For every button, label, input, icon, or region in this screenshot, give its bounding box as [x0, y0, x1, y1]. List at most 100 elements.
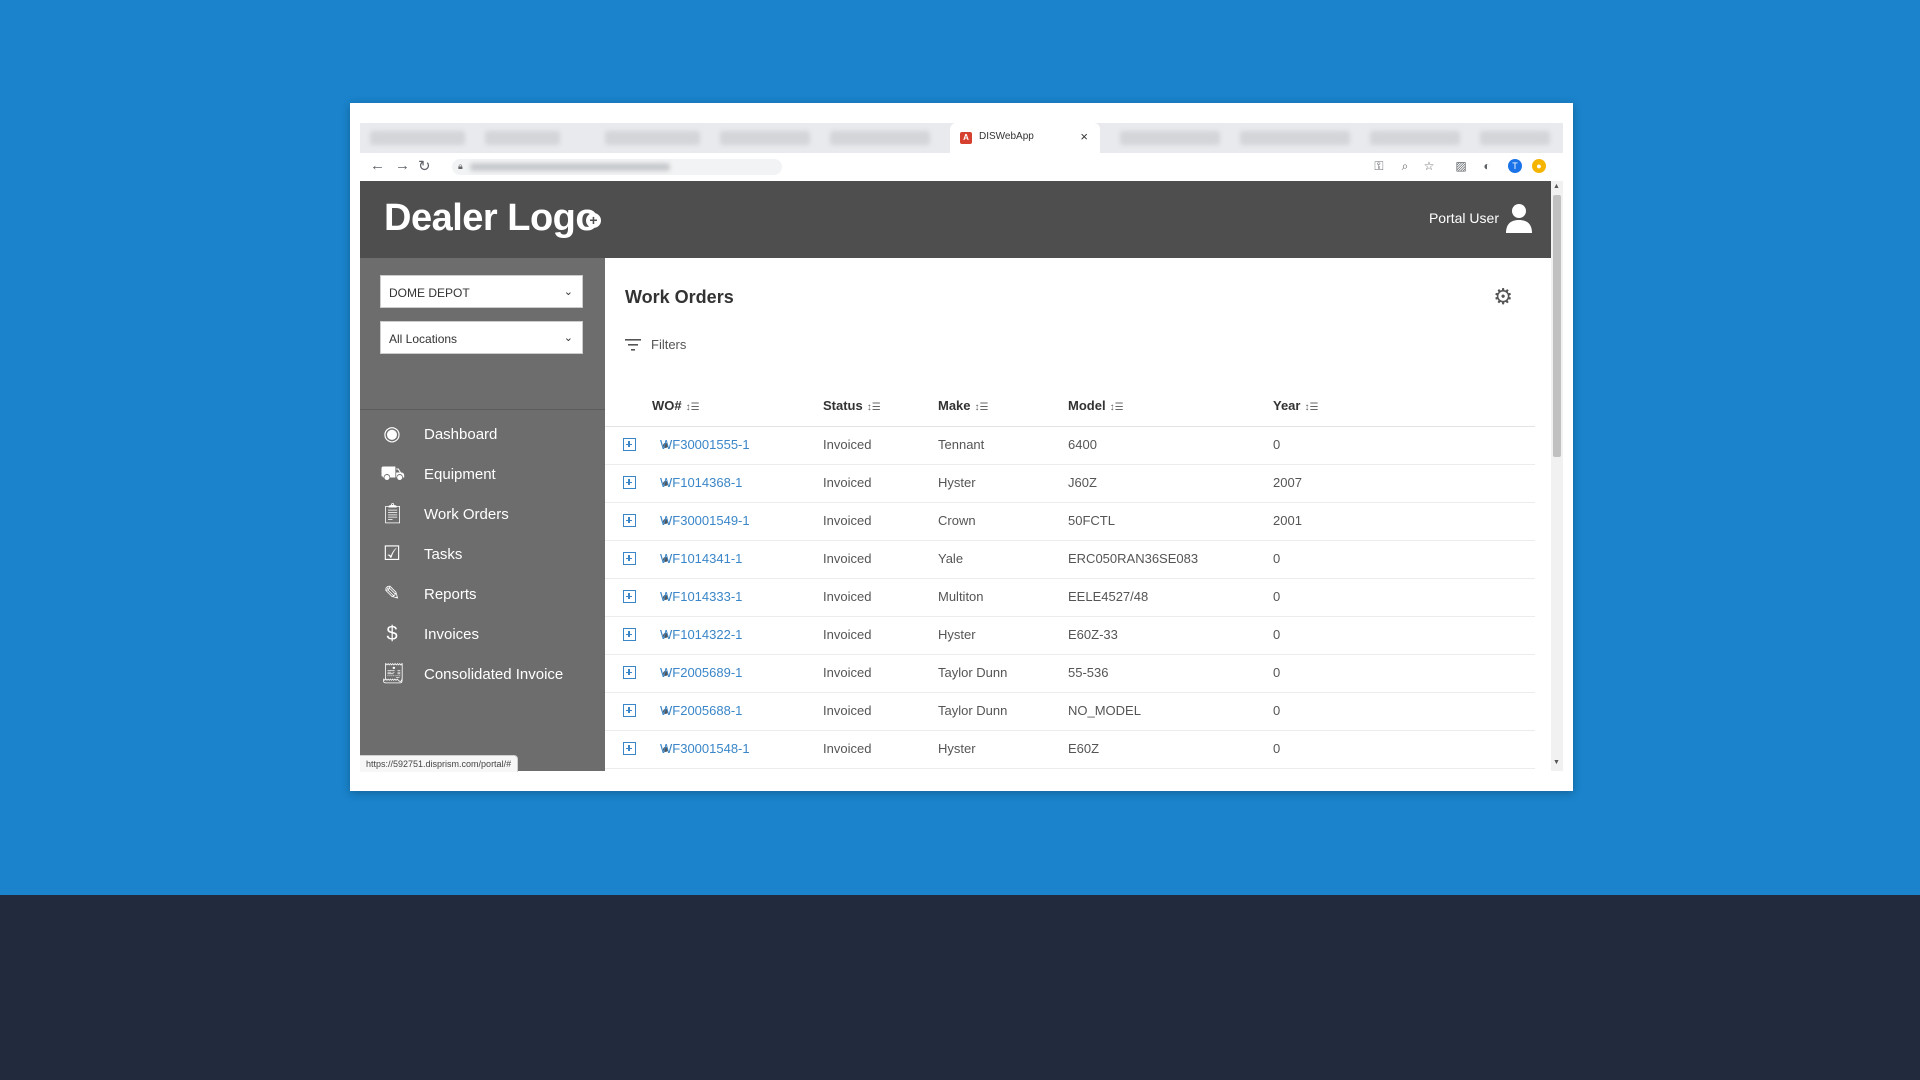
zoom-icon[interactable]: ⌕	[1398, 159, 1412, 173]
expand-row-icon[interactable]	[623, 628, 636, 641]
table-row: WF1014368-1 Invoiced Hyster J60Z 2007	[605, 465, 1535, 503]
wo-link[interactable]: WF2005688-1	[660, 703, 742, 718]
year-cell: 0	[1273, 703, 1281, 718]
sort-icon[interactable]: ↕☰	[1110, 402, 1124, 413]
expand-row-icon[interactable]	[623, 438, 636, 451]
scroll-thumb[interactable]	[1553, 195, 1561, 457]
sort-icon[interactable]: ↕☰	[867, 402, 881, 413]
column-header-model[interactable]: Model ↕☰	[1068, 398, 1124, 413]
extension-icon[interactable]: ◐	[1480, 159, 1494, 173]
reload-icon[interactable]: ↻	[418, 157, 431, 175]
make-cell: Yale	[938, 551, 964, 566]
model-cell: J60Z	[1068, 475, 1097, 490]
table-row: WF2005688-1 Invoiced Taylor Dunn NO_MODEL 0	[605, 693, 1535, 731]
sidebar-item-consolidated-invoice[interactable]: 🧾︎ Consolidated Invoice	[380, 658, 600, 692]
model-cell: 50FCTL	[1068, 513, 1115, 528]
sidebar-item-label: Equipment	[424, 466, 496, 483]
blurred-tab[interactable]	[1120, 131, 1220, 145]
wo-link[interactable]: WF1014333-1	[660, 589, 742, 604]
dealer-select[interactable]: DOME DEPOT ⌄	[380, 275, 583, 308]
blurred-tab[interactable]	[605, 131, 700, 145]
blurred-tab[interactable]	[830, 131, 930, 145]
wo-link[interactable]: WF1014322-1	[660, 627, 742, 642]
blurred-tab[interactable]	[720, 131, 810, 145]
browser-window: A DISWebApp × ← → ↻ 🔒︎ ⚿ ⌕ ☆ ▨ ◐ T ● Dea…	[350, 103, 1573, 791]
dealer-logo[interactable]: Dealer Logo	[384, 197, 599, 240]
profile-avatar-icon[interactable]: T	[1508, 159, 1522, 173]
sort-icon[interactable]: ↕☰	[1304, 402, 1318, 413]
column-header-year[interactable]: Year ↕☰	[1273, 398, 1318, 413]
update-badge-icon[interactable]: ●	[1532, 159, 1546, 173]
checkbox-icon: ☑	[383, 543, 401, 565]
expand-row-icon[interactable]	[623, 476, 636, 489]
gear-icon[interactable]: ⚙	[1493, 284, 1513, 310]
invoice-icon: $	[386, 623, 398, 645]
forward-icon[interactable]: →	[395, 157, 410, 174]
angular-favicon-icon: A	[960, 132, 972, 144]
key-icon[interactable]: ⚿	[1372, 159, 1386, 173]
expand-row-icon[interactable]	[623, 742, 636, 755]
status-cell: Invoiced	[823, 551, 872, 566]
user-icon[interactable]	[1505, 203, 1533, 233]
wo-link[interactable]: WF30001549-1	[660, 513, 750, 528]
blurred-tab[interactable]	[1240, 131, 1350, 145]
blurred-tab[interactable]	[370, 131, 465, 145]
back-icon[interactable]: ←	[370, 157, 385, 174]
table-row: WF1014341-1 Invoiced Yale ERC050RAN36SE083 0	[605, 541, 1535, 579]
year-cell: 2007	[1273, 475, 1302, 490]
expand-row-icon[interactable]	[623, 590, 636, 603]
sidebar-item-reports[interactable]: ✎ Reports	[380, 578, 600, 612]
eye-icon: ◉	[383, 423, 401, 445]
table-row: WF30001555-1 Invoiced Tennant 6400 0	[605, 427, 1535, 465]
scroll-down-icon[interactable]: ▼	[1553, 759, 1560, 766]
address-bar[interactable]: 🔒︎	[452, 159, 782, 175]
expand-row-icon[interactable]	[623, 666, 636, 679]
sidebar-item-dashboard[interactable]: ◉ Dashboard	[380, 418, 600, 452]
blurred-tab[interactable]	[1370, 131, 1460, 145]
sort-icon[interactable]: ↕☰	[686, 402, 700, 413]
status-cell: Invoiced	[823, 475, 872, 490]
status-cell: Invoiced	[823, 437, 872, 452]
wo-link[interactable]: WF30001548-1	[660, 741, 750, 756]
scroll-up-icon[interactable]: ▲	[1553, 183, 1560, 190]
blurred-tab[interactable]	[1480, 131, 1550, 145]
wo-link[interactable]: WF2005689-1	[660, 665, 742, 680]
expand-row-icon[interactable]	[623, 514, 636, 527]
star-icon[interactable]: ☆	[1422, 159, 1436, 173]
user-name[interactable]: Portal User	[1429, 210, 1499, 226]
wo-link[interactable]: WF30001555-1	[660, 437, 750, 452]
column-header-make[interactable]: Make ↕☰	[938, 398, 989, 413]
app-header: Dealer Logo + Portal User	[360, 181, 1551, 258]
wo-link[interactable]: WF1014341-1	[660, 551, 742, 566]
pdf-extension-icon[interactable]: ▨	[1454, 159, 1468, 173]
status-cell: Invoiced	[823, 703, 872, 718]
year-cell: 0	[1273, 437, 1281, 452]
expand-row-icon[interactable]	[623, 704, 636, 717]
column-header-status[interactable]: Status ↕☰	[823, 398, 881, 413]
make-cell: Tennant	[938, 437, 985, 452]
expand-row-icon[interactable]	[623, 552, 636, 565]
table-row: WF30001549-1 Invoiced Crown 50FCTL 2001	[605, 503, 1535, 541]
blurred-tab[interactable]	[485, 131, 560, 145]
model-cell: 55-536	[1068, 665, 1109, 680]
column-header-label: Make	[938, 398, 971, 413]
web-app: Dealer Logo + Portal User DOME DEPOT ⌄ A…	[360, 181, 1551, 771]
active-tab[interactable]: A DISWebApp ×	[950, 123, 1100, 153]
sidebar-item-work-orders[interactable]: 📋︎ Work Orders	[380, 498, 600, 532]
wo-link[interactable]: WF1014368-1	[660, 475, 742, 490]
lock-icon: 🔒︎	[458, 161, 463, 171]
sidebar-item-invoices[interactable]: $ Invoices	[380, 618, 600, 652]
make-cell: Multiton	[938, 589, 984, 604]
sidebar-item-label: Tasks	[424, 546, 463, 563]
scrollbar[interactable]: ▲ ▼	[1551, 181, 1563, 771]
plus-circle-icon[interactable]: +	[586, 213, 601, 228]
model-cell: E60Z	[1068, 741, 1100, 756]
sort-icon[interactable]: ↕☰	[975, 402, 989, 413]
location-select[interactable]: All Locations ⌄	[380, 321, 583, 354]
sidebar-item-tasks[interactable]: ☑ Tasks	[380, 538, 600, 572]
tab-close-icon[interactable]: ×	[1080, 129, 1088, 144]
model-cell: EELE4527/48	[1068, 589, 1149, 604]
location-select-value: All Locations	[389, 332, 458, 346]
sidebar-item-equipment[interactable]: ⛟ Equipment	[380, 458, 600, 492]
column-header-wo[interactable]: WO# ↕☰	[652, 398, 700, 413]
